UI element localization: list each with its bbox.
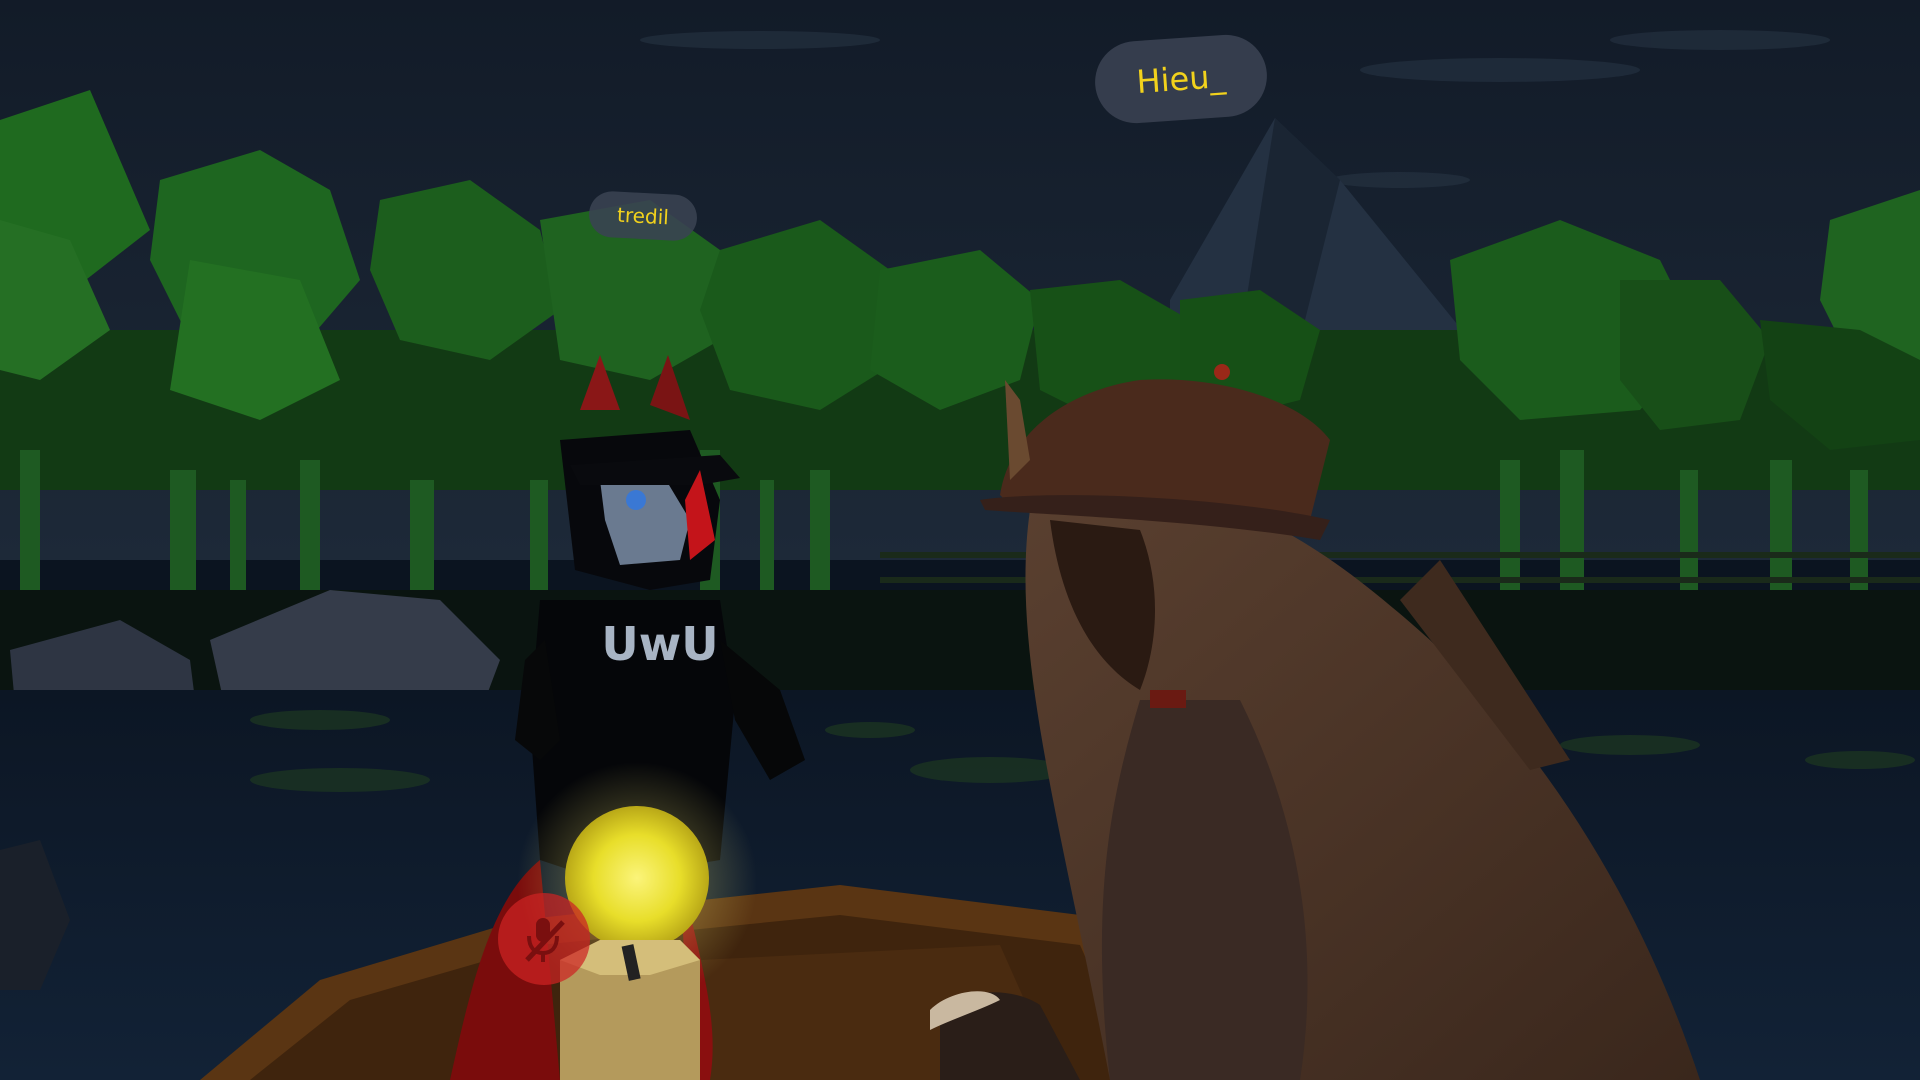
game-viewport: UwU <box>0 0 1920 1080</box>
nameplate-hieu[interactable]: Hieu_ <box>1092 32 1270 126</box>
avatar-shirt-text: UwU <box>601 617 718 671</box>
mic-muted-indicator <box>498 893 590 985</box>
nameplate-hieu-label: Hieu_ <box>1135 56 1227 102</box>
nameplate-tredil-label: tredil <box>616 202 670 230</box>
mic-muted-icon <box>525 918 565 962</box>
nameplate-tredil[interactable]: tredil <box>587 190 699 242</box>
